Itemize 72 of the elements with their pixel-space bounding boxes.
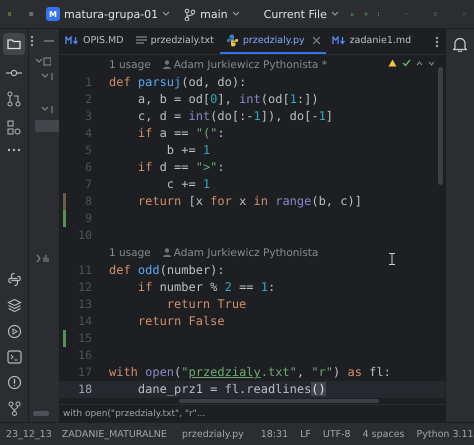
line-number: 18	[77, 382, 92, 396]
python-console-icon[interactable]	[6, 272, 22, 287]
code-line: c, d = int(do[:-1]), do[-1]	[136, 108, 334, 123]
code-line: c += 1	[166, 177, 210, 192]
more-icon[interactable]	[7, 148, 21, 152]
scrollbar-thumb[interactable]	[438, 67, 443, 185]
structure-icon[interactable]	[7, 120, 21, 135]
git-icon[interactable]	[8, 401, 20, 416]
usages-hint[interactable]: 1 usage	[109, 246, 151, 259]
code-line: dane_prz1 = fl.readlines()	[136, 382, 326, 396]
person-icon	[162, 248, 171, 258]
project-badge: M	[46, 7, 60, 21]
notifications-icon[interactable]	[453, 37, 467, 52]
code-line: if number % 2 == 1:	[136, 280, 276, 294]
code-line: with open("przedzialy.txt", "r") as fl:	[109, 365, 391, 380]
markdown-icon	[65, 36, 79, 45]
status-item[interactable]: UTF-8	[322, 428, 351, 440]
status-item[interactable]: 4 spaces	[362, 428, 404, 440]
layers-icon[interactable]	[6, 298, 22, 313]
code-line: return False	[136, 314, 225, 328]
markdown-icon	[332, 36, 346, 45]
check-icon[interactable]	[402, 59, 411, 67]
code-line: return [x for x in range(b, c)]	[136, 194, 362, 208]
warning-icon[interactable]	[388, 59, 397, 67]
chevron-down-icon	[330, 11, 339, 17]
status-item[interactable]: LF	[300, 428, 311, 440]
options-icon[interactable]	[30, 35, 34, 47]
chevron-down-icon	[232, 11, 240, 17]
services-icon[interactable]	[6, 324, 22, 339]
chevron-down-icon	[162, 11, 170, 17]
python-icon	[226, 34, 239, 47]
author-hint[interactable]: Adam Jurkiewicz Pythonista	[174, 246, 318, 259]
tree-expand-icon[interactable]	[41, 105, 55, 114]
commit-icon[interactable]	[6, 68, 22, 78]
folder-icon[interactable]	[3, 33, 25, 55]
chevron-down-icon[interactable]	[428, 60, 435, 66]
code-line: b += 1	[166, 143, 210, 158]
branch-icon	[184, 8, 196, 20]
terminal-icon[interactable]	[6, 350, 22, 364]
branch-selector[interactable]: main	[182, 6, 242, 22]
code-line: def odd(number):	[109, 262, 225, 277]
code-line: a, b = od[0], int(od[1:])	[136, 92, 319, 106]
breadcrumb[interactable]: ZADANIE_MATURALNE	[62, 428, 167, 440]
scrollbar-thumb[interactable]	[33, 411, 49, 416]
author-hint[interactable]: Adam Jurkiewicz Pythonista *	[174, 58, 327, 71]
chevron-up-icon[interactable]	[416, 60, 423, 66]
editor-tab[interactable]: OPIS.MD	[59, 29, 130, 54]
more-icon[interactable]	[435, 36, 439, 48]
tree-expand-icon[interactable]	[35, 57, 51, 66]
pull-request-icon[interactable]	[7, 91, 21, 107]
close-tab-icon[interactable]	[312, 37, 320, 44]
editor-tab[interactable]: przedzialy.txt	[130, 29, 220, 54]
code-line: return True	[166, 296, 246, 311]
code-line: if a == "(":	[136, 126, 225, 140]
tree-collapsed-icon[interactable]	[35, 254, 51, 263]
status-item[interactable]: Python 3.11	[416, 428, 474, 440]
run-configuration-selector[interactable]: Current File	[262, 6, 341, 22]
breadcrumb[interactable]: przedzialy.py	[182, 428, 244, 440]
sticky-line[interactable]: with open("przedzialy.txt", "r"...	[63, 408, 206, 418]
text-cursor-icon	[389, 253, 395, 265]
code-line: def parsuj(od, do):	[109, 74, 246, 89]
editor-tab[interactable]: przedzialy.py	[220, 29, 326, 54]
code-line: if d == ">":	[136, 160, 225, 174]
person-icon	[162, 60, 171, 70]
text-file-icon	[136, 36, 147, 46]
breadcrumb[interactable]: 23_12_13	[6, 428, 52, 440]
tree-expand-icon[interactable]	[41, 72, 55, 81]
project-selector[interactable]: M matura-grupa-01	[44, 5, 172, 23]
editor-tab[interactable]: zadanie1.md	[326, 29, 418, 54]
problems-icon[interactable]	[6, 375, 22, 390]
usages-hint[interactable]: 1 usage	[109, 58, 151, 71]
status-item[interactable]: 18:31	[260, 428, 288, 440]
